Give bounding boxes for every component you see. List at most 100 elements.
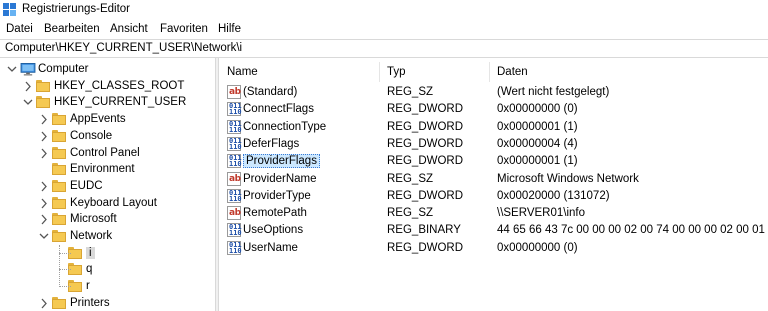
value-row[interactable]: ab ProviderName REG_SZ Microsoft Windows Ne… [219, 171, 768, 188]
binary-value-icon: 011 110 [227, 119, 242, 134]
value-data: 0x00000001 (1) [497, 155, 578, 168]
tree-item[interactable]: Microsoft [0, 211, 215, 228]
value-name[interactable]: ProviderName [243, 173, 317, 185]
column-header-name[interactable]: Name [227, 66, 258, 78]
key-tree-pane[interactable]: Computer HKEY_CLASSES_ROOT HKEY_CURRENT_US… [0, 58, 215, 311]
tree-item[interactable]: HKEY_CURRENT_USER [0, 94, 215, 111]
value-row[interactable]: ab (Standard) REG_SZ (Wert nicht festgelegt… [219, 84, 768, 101]
column-separator[interactable] [379, 62, 380, 82]
tree-item[interactable]: Environment [0, 161, 215, 178]
values-list-pane[interactable]: Name Typ Daten ab (Standard) REG_SZ (Wert n… [219, 58, 768, 311]
tree-item-label: Computer [38, 63, 89, 75]
menu-favoriten[interactable]: Favoriten [160, 23, 208, 35]
value-type: REG_DWORD [387, 241, 464, 254]
binary-value-icon: 011 110 [227, 102, 242, 117]
tree-item-label: r [86, 280, 90, 293]
value-icon-glyph: 011 110 [229, 240, 242, 255]
value-row[interactable]: 011 110 ConnectionType REG_DWORD 0x00000001… [219, 119, 768, 136]
tree-item[interactable]: Control Panel [0, 145, 215, 162]
chevron-down-icon[interactable] [38, 228, 50, 245]
chevron-right-icon[interactable] [38, 128, 50, 145]
tree-item[interactable]: Computer [0, 61, 215, 78]
menu-ansicht[interactable]: Ansicht [110, 23, 148, 35]
folder-icon [52, 213, 66, 226]
tree-item[interactable]: i [0, 245, 215, 262]
value-icon-glyph: 011 110 [229, 119, 242, 134]
value-row[interactable]: 011 110 DeferFlags REG_DWORD 0x00000004 (4) [219, 136, 768, 153]
column-separator[interactable] [489, 62, 490, 82]
column-header-data[interactable]: Daten [497, 66, 528, 78]
tree-item[interactable]: Network [0, 228, 215, 245]
menu-bar: Datei Bearbeiten Ansicht Favoriten Hilfe [0, 20, 768, 39]
chevron-down-icon[interactable] [22, 94, 34, 111]
tree-item-label: Environment [70, 163, 135, 176]
chevron-right-icon[interactable] [38, 195, 50, 212]
value-row[interactable]: 011 110 UseOptions REG_BINARY 44 65 66 43 7… [219, 222, 768, 239]
tree-item[interactable]: Printers [0, 295, 215, 311]
chevron-down-icon[interactable] [6, 61, 18, 78]
tree-item-label: q [86, 263, 93, 276]
value-icon-glyph: 011 110 [229, 188, 242, 203]
tree-item-label: Console [70, 129, 113, 142]
chevron-right-icon[interactable] [38, 178, 50, 195]
folder-icon [52, 230, 66, 242]
value-name[interactable]: RemotePath [243, 207, 307, 219]
value-type: REG_DWORD [387, 103, 464, 116]
binary-value-icon: 011 110 [227, 154, 242, 169]
tree-item-label: Network [70, 230, 113, 242]
value-type: REG_SZ [387, 207, 434, 220]
value-name[interactable]: UseOptions [243, 224, 303, 236]
address-path[interactable]: Computer\HKEY_CURRENT_USER\Network\i [5, 42, 242, 54]
tree-item-label: EUDC [70, 179, 103, 192]
folder-icon [52, 163, 66, 176]
tree-item[interactable]: HKEY_CLASSES_ROOT [0, 78, 215, 95]
value-icon-glyph: 011 110 [229, 102, 242, 117]
value-row[interactable]: 011 110 ConnectFlags REG_DWORD 0x00000000 (… [219, 101, 768, 118]
title-bar: Registrierungs-Editor [0, 0, 768, 20]
value-row[interactable]: ab RemotePath REG_SZ \\SERVER01\info [219, 205, 768, 222]
tree-item[interactable]: Keyboard Layout [0, 195, 215, 212]
chevron-right-icon[interactable] [38, 145, 50, 162]
value-name[interactable]: ConnectFlags [243, 103, 314, 115]
address-bar[interactable]: Computer\HKEY_CURRENT_USER\Network\i [0, 39, 768, 58]
tree-item-label: Keyboard Layout [70, 196, 157, 209]
value-name[interactable]: (Standard) [243, 86, 297, 98]
window-title: Registrierungs-Editor [22, 3, 131, 15]
chevron-right-icon[interactable] [38, 111, 50, 128]
chevron-right-icon[interactable] [38, 211, 50, 228]
tree-item-label: HKEY_CLASSES_ROOT [54, 79, 185, 92]
value-type: REG_DWORD [387, 120, 464, 133]
tree-item[interactable]: EUDC [0, 178, 215, 195]
value-name[interactable]: ProviderType [243, 190, 311, 202]
tree-item[interactable]: r [0, 278, 215, 295]
value-row[interactable]: 011 110 ProviderFlags REG_DWORD 0x00000001 … [219, 153, 768, 170]
value-data: 0x00000004 (4) [497, 137, 578, 150]
menu-datei[interactable]: Datei [6, 23, 33, 35]
tree-connector [59, 244, 60, 287]
binary-value-icon: 011 110 [227, 240, 242, 255]
value-row[interactable]: 011 110 ProviderType REG_DWORD 0x00020000 (… [219, 188, 768, 205]
tree-item-label: Printers [70, 296, 110, 309]
computer-icon [20, 63, 36, 76]
menu-bearbeiten[interactable]: Bearbeiten [44, 23, 100, 35]
column-header-type[interactable]: Typ [387, 66, 406, 78]
value-row[interactable]: 011 110 UserName REG_DWORD 0x00000000 (0) [219, 240, 768, 257]
chevron-right-icon[interactable] [22, 78, 34, 95]
chevron-right-icon[interactable] [38, 295, 50, 311]
value-name[interactable]: UserName [243, 242, 298, 254]
value-icon-glyph: ab [229, 208, 241, 219]
tree-item[interactable]: Console [0, 128, 215, 145]
value-name[interactable]: DeferFlags [243, 138, 299, 150]
menu-hilfe[interactable]: Hilfe [218, 23, 241, 35]
value-data: 0x00000001 (1) [497, 120, 578, 133]
value-data: Microsoft Windows Network [497, 172, 639, 185]
tree-connector [59, 252, 71, 254]
string-value-icon: ab [227, 206, 241, 221]
folder-icon [52, 146, 66, 159]
value-name[interactable]: ProviderFlags [243, 154, 320, 169]
tree-item[interactable]: AppEvents [0, 111, 215, 128]
tree-item[interactable]: q [0, 261, 215, 278]
value-type: REG_DWORD [387, 137, 464, 150]
value-name[interactable]: ConnectionType [243, 121, 326, 133]
tree-item-label: Microsoft [70, 213, 117, 226]
